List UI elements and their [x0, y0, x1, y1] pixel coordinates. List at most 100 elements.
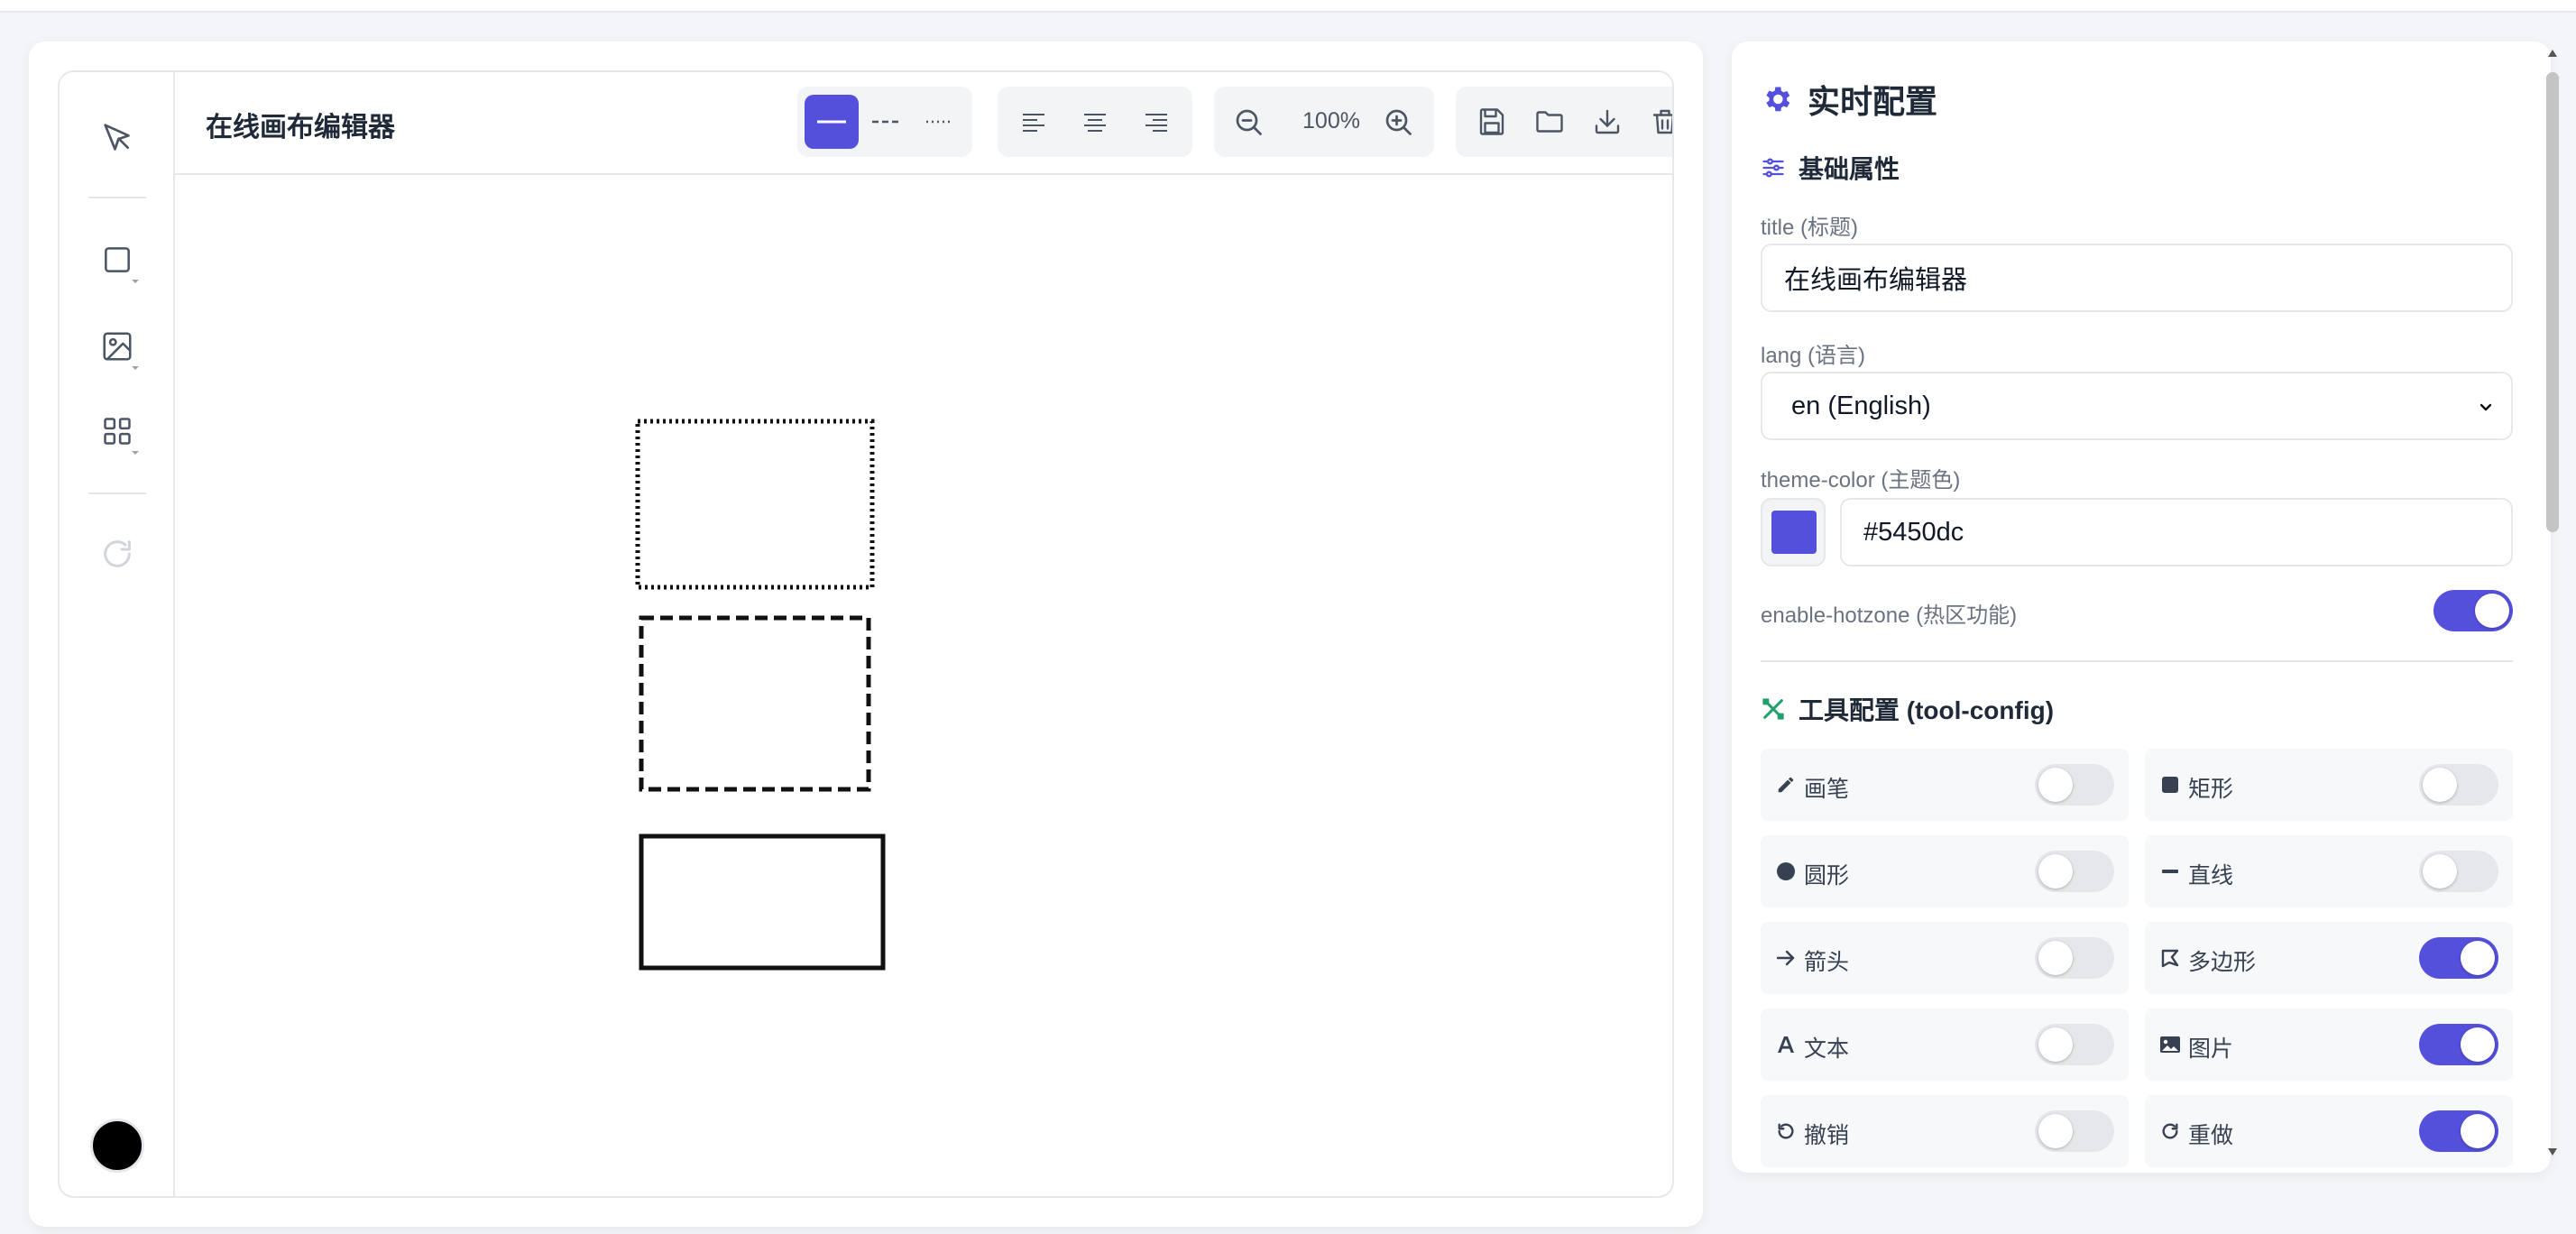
- basic-section-label: 基础属性: [1799, 155, 1900, 183]
- toggle-knob: [2038, 941, 2073, 975]
- align-left-icon: [1023, 114, 1044, 132]
- tool-toggle-pencil[interactable]: [2035, 764, 2114, 806]
- tool-label: 矩形: [2188, 777, 2234, 802]
- tool-toggle-text[interactable]: [2035, 1024, 2114, 1065]
- download-icon: [1595, 109, 1620, 134]
- redo-icon: [104, 540, 131, 567]
- line-dashed-button[interactable]: [859, 95, 913, 149]
- tool-toggle-redo[interactable]: [2419, 1110, 2498, 1152]
- tool-label: 画笔: [1804, 777, 1850, 802]
- image-tool-button[interactable]: [88, 318, 146, 375]
- tool-toggle-arrow[interactable]: [2035, 937, 2114, 979]
- solid-rectangle[interactable]: [639, 833, 888, 972]
- line-solid-button[interactable]: [805, 95, 859, 149]
- align-group: [998, 87, 1192, 157]
- tool-toggle-image[interactable]: [2419, 1024, 2498, 1065]
- gear-icon: [1766, 87, 1790, 112]
- drawing-canvas[interactable]: [175, 175, 1672, 1196]
- pencil-icon: [1778, 777, 1794, 793]
- save-icon: [1479, 108, 1504, 135]
- align-left-button[interactable]: [1007, 95, 1061, 149]
- align-center-button[interactable]: [1068, 95, 1122, 149]
- section-divider: [1761, 660, 2513, 662]
- lang-select[interactable]: en (English): [1761, 372, 2513, 440]
- tool-toggle-circle[interactable]: [2035, 851, 2114, 892]
- theme-color-label: theme-color (主题色): [1761, 468, 1961, 493]
- folder-icon: [1536, 111, 1563, 133]
- submenu-indicator: [132, 280, 139, 283]
- tool-item-redo: 重做: [2145, 1095, 2513, 1167]
- line-style-group: [797, 87, 972, 157]
- canvas-editor: 在线画布编辑器 100%: [58, 70, 1674, 1198]
- color-picker-button[interactable]: [90, 1119, 144, 1173]
- tool-label: 直线: [2188, 863, 2234, 889]
- dotted-rectangle[interactable]: [635, 419, 882, 595]
- zoom-out-icon: [1236, 109, 1262, 135]
- tool-item-arrow: 箭头: [1761, 922, 2129, 994]
- cursor-icon: [104, 124, 130, 151]
- theme-color-input[interactable]: #5450dc: [1840, 498, 2513, 566]
- tool-item-rectangle: 矩形: [2145, 749, 2513, 821]
- polygon-icon: [2161, 949, 2179, 968]
- tool-toggle-line[interactable]: [2419, 851, 2498, 892]
- submenu-indicator: [132, 451, 139, 455]
- image-icon: [2160, 1036, 2180, 1053]
- toggle-knob: [2461, 1027, 2495, 1062]
- toggle-knob: [2423, 854, 2457, 889]
- toolbar-divider: [88, 493, 146, 494]
- dotted-line-icon: [926, 120, 953, 124]
- download-button[interactable]: [1580, 95, 1634, 149]
- tool-item-image: 图片: [2145, 1008, 2513, 1081]
- tool-toggle-polygon[interactable]: [2419, 937, 2498, 979]
- tool-item-pencil: 画笔: [1761, 749, 2129, 821]
- scroll-up-icon[interactable]: [2547, 49, 2558, 58]
- file-actions-group: [1456, 87, 1672, 157]
- theme-color-picker[interactable]: [1761, 498, 1826, 566]
- hotzone-toggle[interactable]: [2433, 590, 2513, 631]
- align-right-icon: [1145, 114, 1167, 132]
- tool-item-circle: 圆形: [1761, 835, 2129, 907]
- image-icon: [103, 332, 132, 361]
- toggle-knob: [2475, 594, 2509, 628]
- dashed-rectangle[interactable]: [639, 615, 875, 796]
- tool-label: 箭头: [1804, 950, 1850, 975]
- circle-icon: [1777, 862, 1795, 880]
- align-right-button[interactable]: [1129, 95, 1183, 149]
- select-tool-button[interactable]: [88, 108, 146, 166]
- scroll-down-icon[interactable]: [2547, 1147, 2558, 1156]
- line-dotted-button[interactable]: [913, 95, 967, 149]
- panel-title: 实时配置: [1761, 76, 1937, 123]
- hotzone-label: enable-hotzone (热区功能): [1761, 603, 2018, 628]
- top-bar: [0, 0, 2576, 13]
- tool-toggle-undo[interactable]: [2035, 1110, 2114, 1152]
- title-input[interactable]: 在线画布编辑器: [1761, 244, 2513, 312]
- undo-icon: [1778, 1123, 1794, 1139]
- tool-label: 多边形: [2188, 950, 2257, 975]
- open-folder-button[interactable]: [1523, 95, 1577, 149]
- redo-button[interactable]: [88, 525, 146, 583]
- zoom-out-button[interactable]: [1221, 95, 1275, 149]
- delete-button[interactable]: [1638, 95, 1672, 149]
- panel-title-text: 实时配置: [1808, 83, 1938, 120]
- trash-icon: [1652, 109, 1672, 134]
- components-tool-button[interactable]: [88, 402, 146, 460]
- lang-field-label: lang (语言): [1761, 344, 1866, 368]
- tool-item-polygon: 多边形: [2145, 922, 2513, 994]
- tool-label: 文本: [1804, 1036, 1850, 1062]
- submenu-indicator: [132, 366, 139, 370]
- tool-item-line: 直线: [2145, 835, 2513, 907]
- align-center-icon: [1084, 114, 1106, 132]
- save-button[interactable]: [1465, 95, 1519, 149]
- tool-toggle-rectangle[interactable]: [2419, 764, 2498, 806]
- square-icon: [105, 247, 130, 272]
- zoom-in-button[interactable]: [1371, 95, 1425, 149]
- shape-tool-button[interactable]: [88, 231, 146, 289]
- toggle-knob: [2038, 1114, 2073, 1148]
- toggle-knob: [2423, 768, 2457, 802]
- scrollbar-thumb[interactable]: [2546, 72, 2559, 532]
- tool-section-title: 工具配置 (tool-config): [1761, 691, 2054, 727]
- lang-select-value: en (English): [1791, 391, 1931, 420]
- toggle-knob: [2038, 1027, 2073, 1062]
- left-toolbar: [60, 72, 175, 1196]
- chevron-down-icon: [2479, 403, 2492, 411]
